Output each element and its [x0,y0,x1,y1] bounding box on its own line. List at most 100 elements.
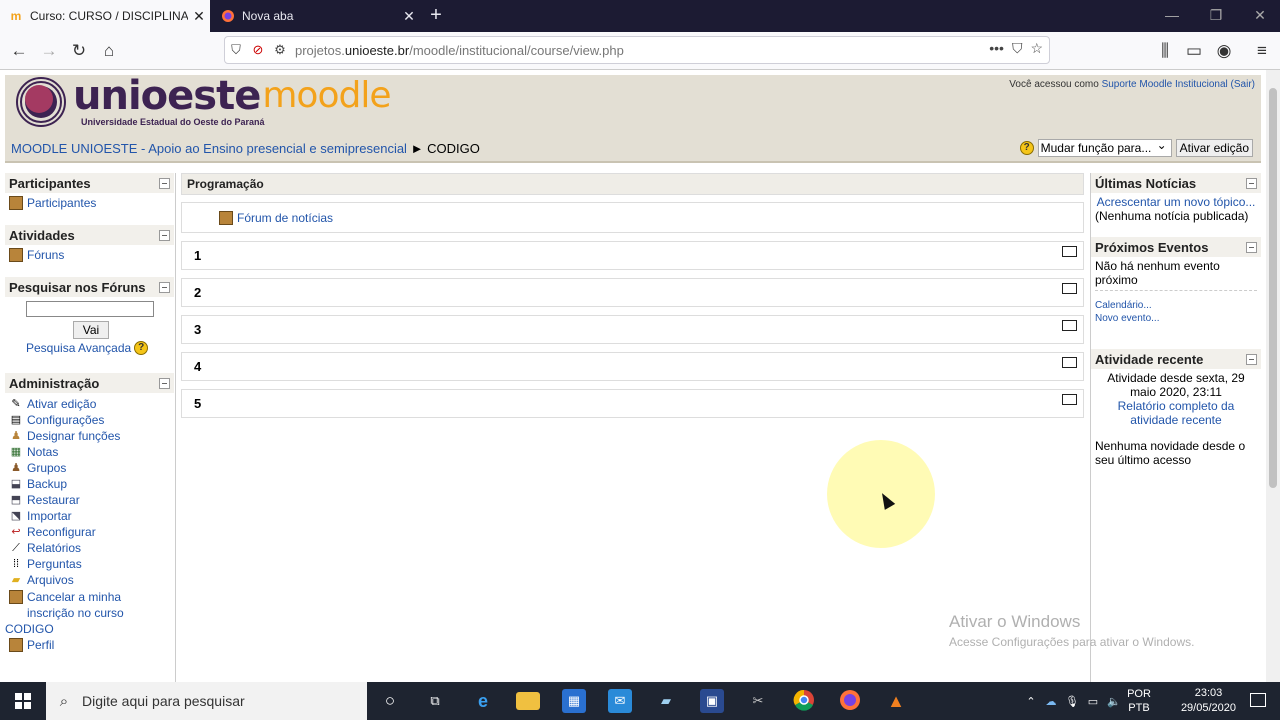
calendar-link[interactable]: Calendário... [1095,299,1257,312]
admin-link[interactable]: Perguntas [27,556,82,572]
page-actions-icon[interactable]: ••• [989,40,1004,57]
show-only-section-icon[interactable] [1062,394,1077,405]
tab-new[interactable]: Nova aba ✕ [212,0,420,32]
bookmark-star-icon[interactable]: ☆ [1030,40,1043,57]
insecure-lock-icon[interactable]: ⊘ [247,42,269,58]
notifications-icon[interactable] [1250,693,1266,707]
app-icon[interactable]: ▰ [654,689,678,713]
url-bar[interactable]: ⛉ ⊘ ⚙ projetos.unioeste.br/moodle/instit… [224,36,1050,64]
home-icon[interactable]: ⌂ [96,38,122,64]
show-only-section-icon[interactable] [1062,283,1077,294]
show-only-section-icon[interactable] [1062,357,1077,368]
mail-icon[interactable]: ✉ [608,689,632,713]
full-report-link[interactable]: Relatório completo da atividade recente [1118,399,1235,427]
advanced-search-link[interactable]: Pesquisa Avançada [26,341,131,355]
tab-course[interactable]: m Curso: CURSO / DISCIPLINA - E ✕ [0,0,210,32]
network-icon[interactable]: ▭ [1082,695,1104,708]
forward-icon[interactable]: → [36,38,62,64]
turn-editing-on-button[interactable]: Ativar edição [1175,139,1253,157]
pocket-icon[interactable]: ⛉ [1012,40,1023,57]
cortana-icon[interactable]: ○ [378,689,402,713]
file-explorer-icon[interactable] [516,692,540,710]
volume-icon[interactable]: 🔈 [1104,695,1124,708]
admin-link[interactable]: Ativar edição [27,396,96,412]
admin-link[interactable]: Grupos [27,460,66,476]
minimize-icon[interactable]: — [1150,0,1194,32]
firefox-icon[interactable] [838,689,862,713]
back-icon[interactable]: ← [6,38,32,64]
sidebar-icon[interactable]: ▭ [1181,38,1207,64]
show-only-section-icon[interactable] [1062,320,1077,331]
admin-link[interactable]: Reconfigurar [27,524,96,540]
reload-icon[interactable]: ↻ [66,38,92,64]
start-button[interactable] [0,682,46,720]
user-icon [9,590,23,604]
logout-link[interactable]: (Sair) [1231,79,1255,90]
clock-date: 29/05/2020 [1180,702,1236,714]
onedrive-icon[interactable]: ☁ [1040,695,1062,708]
chevron-up-icon[interactable]: ⌃ [1022,695,1040,708]
user-profile-link[interactable]: Suporte Moodle Institucional [1102,79,1228,90]
menu-icon[interactable]: ≡ [1249,38,1275,64]
unenrol-link[interactable]: Cancelar a minha inscrição no curso [27,589,124,621]
breadcrumb-separator: ► [410,141,424,156]
vlc-icon[interactable]: ▲ [884,689,908,713]
app-icon[interactable]: ✂ [746,689,770,713]
account-icon[interactable]: ◉ [1211,38,1237,64]
collapse-block-icon[interactable] [159,229,170,241]
admin-link[interactable]: Designar funções [27,428,120,444]
admin-link[interactable]: Backup [27,476,67,492]
permissions-icon[interactable]: ⚙ [269,42,291,58]
chrome-icon[interactable] [792,689,816,713]
admin-link[interactable]: Notas [27,444,58,460]
admin-link[interactable]: Importar [27,508,72,524]
unenrol-link-course[interactable]: CODIGO [5,621,54,637]
task-view-icon[interactable]: ⧉ [423,689,447,713]
profile-link[interactable]: Perfil [27,637,54,653]
edge-icon[interactable]: e [471,689,495,713]
admin-link[interactable]: Configurações [27,412,104,428]
upcoming-events-block: Próximos Eventos Não há nenhum evento pr… [1091,237,1261,331]
system-clock[interactable]: 23:03 29/05/2020 [1181,686,1236,716]
help-icon[interactable]: ? [134,341,149,355]
collapse-block-icon[interactable] [1246,241,1257,253]
store-icon[interactable]: ▦ [562,689,586,713]
new-event-link[interactable]: Novo evento... [1095,312,1257,325]
admin-link[interactable]: Restaurar [27,492,80,508]
news-forum-link[interactable]: Fórum de notícias [237,211,333,225]
forums-link[interactable]: Fóruns [27,247,64,263]
admin-item: ▦ Notas [9,444,170,460]
shield-icon[interactable]: ⛉ [225,42,247,58]
admin-link[interactable]: Arquivos [27,572,74,588]
scrollbar-thumb[interactable] [1269,88,1277,488]
collapse-block-icon[interactable] [1246,177,1257,189]
search-go-button[interactable]: Vai [73,321,109,339]
user-icon [9,638,23,652]
library-icon[interactable]: ⫼ [1152,38,1178,64]
switch-role-select[interactable]: Mudar função para... [1037,137,1172,157]
admin-link[interactable]: Relatórios [27,540,81,556]
taskbar-search[interactable]: ⌕ Digite aqui para pesquisar [46,682,367,720]
new-tab-icon[interactable]: + [424,4,448,28]
microphone-icon[interactable]: 🎙 [1062,695,1082,708]
logo-moodle: moodle [262,75,391,116]
unioeste-moodle-logo[interactable]: unioeste moodle Universidade Estadual do… [9,73,391,129]
recorder-icon[interactable]: ▣ [700,689,724,713]
search-input[interactable] [26,301,154,317]
restore-icon[interactable]: ❐ [1194,0,1238,32]
breadcrumb-root-link[interactable]: MOODLE UNIOESTE - Apoio ao Ensino presen… [11,141,407,156]
close-tab-icon[interactable]: ✕ [188,8,210,25]
close-tab-icon[interactable]: ✕ [398,8,420,25]
collapse-block-icon[interactable] [159,281,170,293]
participants-link[interactable]: Participantes [27,195,96,211]
show-only-section-icon[interactable] [1062,246,1077,257]
close-window-icon[interactable]: ✕ [1238,0,1280,32]
collapse-block-icon[interactable] [1246,353,1257,365]
help-icon[interactable]: ? [1019,141,1034,155]
collapse-block-icon[interactable] [159,177,170,189]
add-topic-link[interactable]: Acrescentar um novo tópico... [1097,195,1256,209]
collapse-block-icon[interactable] [159,377,170,389]
language-indicator[interactable]: POR PTB [1124,687,1154,715]
url-text: projetos.unioeste.br/moodle/instituciona… [295,42,624,58]
page-scrollbar[interactable] [1266,70,1280,682]
